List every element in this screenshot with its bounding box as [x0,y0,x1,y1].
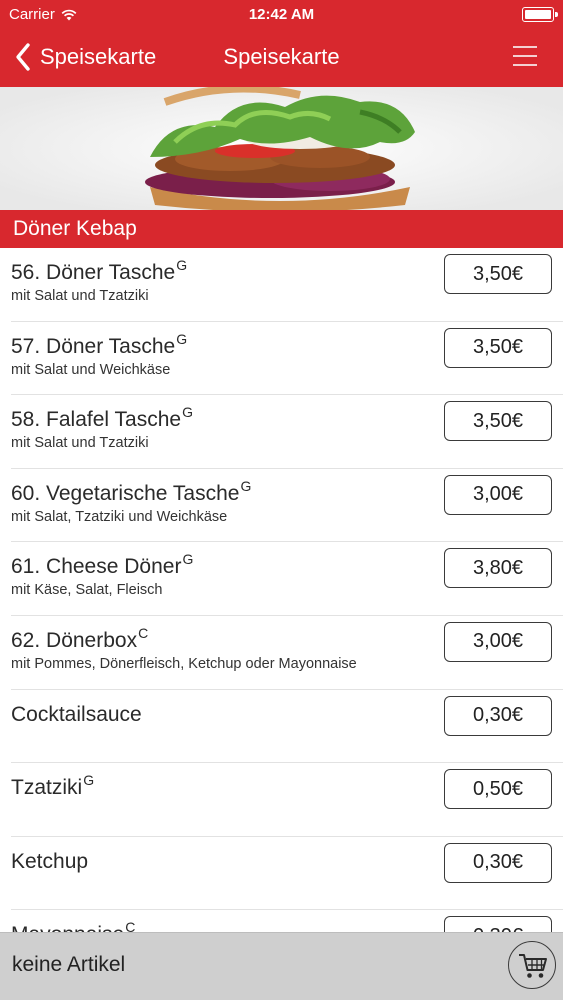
menu-item-description: mit Salat und Tzatziki [11,435,149,452]
menu-item[interactable]: 60. Vegetarische TascheG mit Salat, Tzat… [11,469,563,543]
allergen-marker: G [83,772,95,789]
price-button[interactable]: 3,50€ [444,401,552,442]
app-header: Carrier 12:42 AM Speisekarte Speisekarte [0,0,563,87]
menu-item[interactable]: MayonnaiseC 0,30€ [11,910,563,932]
menu-item-list[interactable]: 56. Döner TascheG mit Salat und Tzatziki… [0,248,563,932]
menu-item-name: TzatzikiG [11,772,95,800]
price-button[interactable]: 3,50€ [444,254,552,294]
shopping-cart-icon [519,954,547,978]
menu-item-description: mit Pommes, Dönerfleisch, Ketchup oder M… [11,655,357,672]
allergen-marker: G [176,257,188,273]
price-button[interactable]: 0,30€ [444,695,552,736]
menu-item[interactable]: 57. Döner TascheG mit Salat und Weichkäs… [11,322,563,396]
price-button[interactable]: 0,30€ [444,842,552,883]
price-button[interactable]: 3,80€ [444,548,552,589]
cart-button[interactable] [508,941,556,989]
allergen-marker: C [138,624,149,641]
battery-icon [522,7,558,22]
price-button[interactable]: 3,00€ [444,621,552,662]
menu-item[interactable]: 56. Döner TascheG mit Salat und Tzatziki… [11,248,563,322]
cart-bar[interactable]: keine Artikel [0,932,563,1000]
menu-item-name: MayonnaiseC [11,919,135,932]
category-header: Döner Kebap [0,210,563,248]
allergen-marker: G [182,404,193,421]
menu-item-name: 56. Döner TascheG [11,257,188,284]
menu-item-name: 60. Vegetarische TascheG [11,477,252,505]
price-button[interactable]: 0,50€ [444,769,552,810]
menu-item[interactable]: 62. DönerboxC mit Pommes, Dönerfleisch, … [11,616,563,690]
menu-item-name: Cocktailsauce [11,702,142,726]
menu-item-description: mit Salat, Tzatziki und Weichkäse [11,508,228,525]
menu-item-description: mit Käse, Salat, Fleisch [11,582,163,599]
menu-item[interactable]: 58. Falafel TascheG mit Salat und Tzatzi… [11,395,563,469]
allergen-marker: G [240,477,252,494]
menu-item[interactable]: TzatzikiG 0,50€ [11,763,563,837]
menu-item-name: 58. Falafel TascheG [11,404,193,432]
navigation-bar: Speisekarte Speisekarte [0,30,563,87]
menu-item-name: Ketchup [11,849,89,873]
menu-item[interactable]: Ketchup 0,30€ [11,837,563,911]
page-title: Speisekarte [223,44,340,69]
price-button[interactable]: 3,50€ [444,327,552,368]
menu-item-description: mit Salat und Weichkäse [11,361,171,378]
allergen-marker: C [125,919,136,932]
doner-sandwich-image [0,87,563,210]
menu-item[interactable]: Cocktailsauce 0,30€ [11,690,563,764]
category-banner-image [0,87,563,210]
menu-item-description: mit Salat und Tzatziki [11,288,149,304]
status-time: 12:42 AM [248,6,315,23]
price-button[interactable]: 0,30€ [444,916,552,932]
price-button[interactable]: 3,00€ [444,474,552,515]
menu-item-name: 62. DönerboxC [11,624,149,652]
menu-item[interactable]: 61. Cheese DönerG mit Käse, Salat, Fleis… [11,542,563,616]
menu-item-name: 61. Cheese DönerG [11,551,194,579]
hamburger-menu-icon[interactable] [513,44,537,68]
menu-item-name: 57. Döner TascheG [11,330,188,358]
allergen-marker: G [182,551,194,568]
status-bar: Carrier 12:42 AM [0,0,563,30]
allergen-marker: G [176,330,188,347]
cart-summary: keine Artikel [12,953,126,976]
